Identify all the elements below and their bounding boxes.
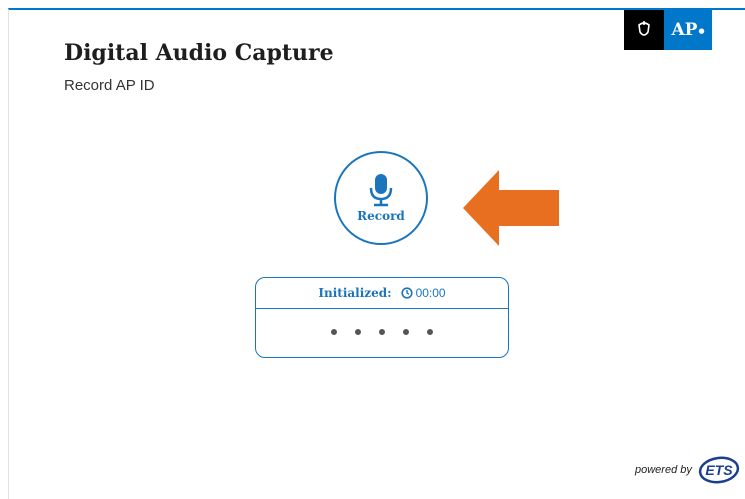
level-dot — [331, 329, 337, 335]
recording-status-panel: Initialized: 00:00 — [255, 277, 509, 358]
level-dot — [427, 329, 433, 335]
microphone-icon — [369, 174, 393, 207]
level-dot — [355, 329, 361, 335]
status-timer: 00:00 — [415, 286, 446, 300]
status-label: Initialized: — [318, 286, 392, 300]
app-frame: Digital Audio Capture Record AP ID — [8, 8, 745, 499]
arrow-pointer-icon — [463, 170, 559, 246]
powered-by-text: powered by — [635, 464, 692, 476]
level-dot — [403, 329, 409, 335]
clock-icon — [400, 287, 413, 299]
page-subtitle: Record AP ID — [64, 77, 155, 94]
level-dot — [379, 329, 385, 335]
ets-logo-text: ETS — [705, 462, 733, 478]
acorn-icon — [624, 10, 664, 50]
record-button-label: Record — [357, 209, 405, 223]
ap-logo-text: AP ● — [664, 10, 712, 50]
ets-logo-icon: ETS — [698, 456, 740, 484]
powered-by-ets: powered by ETS — [635, 456, 741, 484]
status-header: Initialized: 00:00 — [256, 278, 508, 309]
ap-logo: AP ● — [624, 10, 712, 50]
record-button[interactable]: Record — [334, 151, 428, 245]
level-indicator — [256, 329, 508, 335]
page-title: Digital Audio Capture — [64, 40, 334, 66]
